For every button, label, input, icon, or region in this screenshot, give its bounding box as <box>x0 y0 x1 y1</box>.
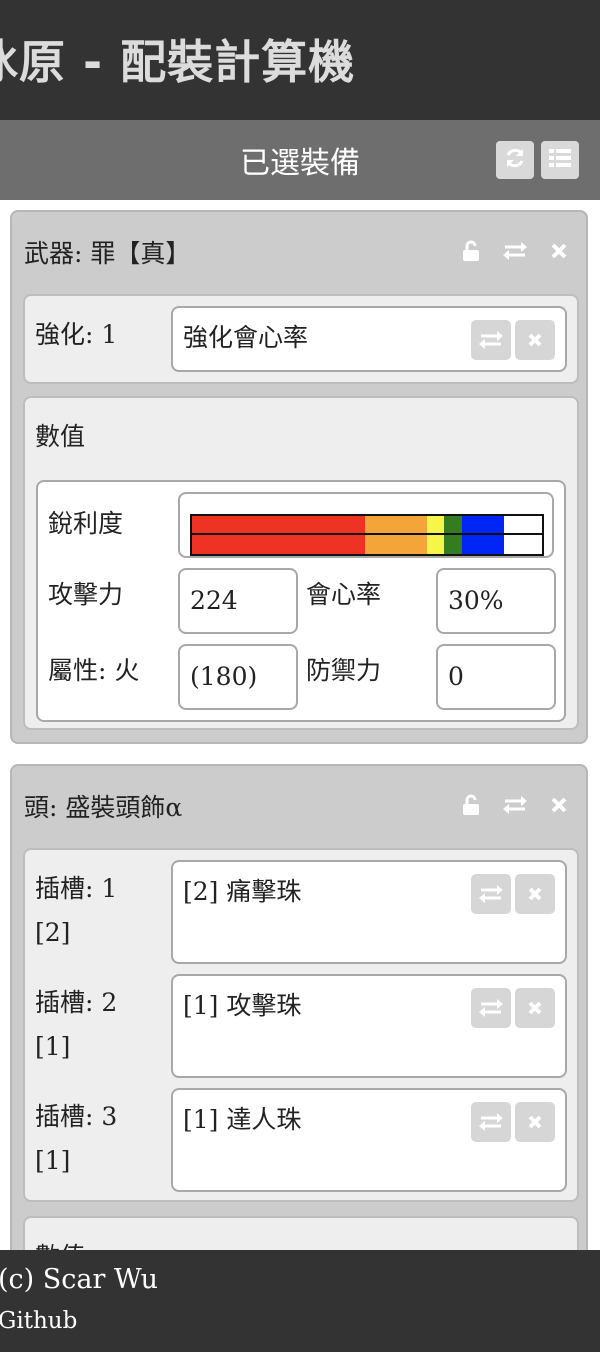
slot-size: [1] <box>35 1146 71 1175</box>
remove-button[interactable] <box>515 320 555 360</box>
sharpness-segment <box>192 516 366 554</box>
swap-button[interactable] <box>471 1102 511 1142</box>
unlock-icon[interactable] <box>458 238 484 264</box>
enhance-label: 強化: 1 <box>35 320 118 349</box>
swap-button[interactable] <box>471 988 511 1028</box>
close-icon[interactable] <box>546 792 572 818</box>
slot-select[interactable]: [1] 達人珠 <box>171 1088 567 1192</box>
swap-button[interactable] <box>471 874 511 914</box>
slot-select[interactable]: [1] 攻擊珠 <box>171 974 567 1078</box>
footer: (c) Scar Wu Github <box>0 1250 600 1352</box>
swap-icon[interactable] <box>502 792 528 818</box>
slot-label: 插槽: 2 <box>35 988 118 1017</box>
sharpness-segment <box>444 516 462 554</box>
slot-label: 插槽: 3 <box>35 1102 118 1131</box>
sharpness-segment <box>503 516 542 554</box>
list-button[interactable] <box>541 141 579 179</box>
swap-button[interactable] <box>471 320 511 360</box>
slot-size: [2] <box>35 918 71 947</box>
slot-label: 插槽: 1 <box>35 874 118 903</box>
affinity-value: 30% <box>436 568 556 634</box>
weapon-stats-section: 數值 銳利度 攻擊力 224 會心率 30% 屬性: 火 (180) 防禦力 0 <box>23 396 579 730</box>
stats-grid: 銳利度 攻擊力 224 會心率 30% 屬性: 火 (180) 防禦力 0 <box>36 480 566 722</box>
swap-icon[interactable] <box>502 238 528 264</box>
app-header: 冰原 - 配裝計算機 <box>0 0 600 120</box>
head-panel: 頭: 盛裝頭飾α 插槽: 1 [2] [2] 痛擊珠 插槽: 2 [1] [1]… <box>10 764 588 1250</box>
list-icon <box>548 147 572 173</box>
head-stats-section: 數值 <box>23 1216 579 1250</box>
affinity-label: 會心率 <box>306 580 382 609</box>
enhance-select[interactable]: 強化會心率 <box>171 306 567 372</box>
equipment-list: 武器: 罪【真】 強化: 1 強化會心率 數值 銳利度 攻擊力 224 會心率 … <box>0 200 600 1250</box>
github-link[interactable]: Github <box>0 1308 77 1334</box>
element-label: 屬性: 火 <box>48 656 140 685</box>
attack-value: 224 <box>178 568 298 634</box>
sharpness-bar <box>190 514 544 556</box>
attack-label: 攻擊力 <box>48 580 124 609</box>
sharpness-segment <box>461 516 504 554</box>
app-title: 冰原 - 配裝計算機 <box>0 35 356 89</box>
slot-select[interactable]: [2] 痛擊珠 <box>171 860 567 964</box>
element-value: (180) <box>178 644 298 710</box>
refresh-icon <box>503 146 527 174</box>
weapon-title: 武器: 罪【真】 <box>24 239 191 268</box>
unlock-icon[interactable] <box>458 792 484 818</box>
slot-value: [1] 達人珠 <box>183 1105 302 1134</box>
copyright-text: (c) Scar Wu <box>0 1264 159 1295</box>
enhance-value: 強化會心率 <box>183 323 309 352</box>
head-title: 頭: 盛裝頭飾α <box>24 793 183 822</box>
remove-button[interactable] <box>515 988 555 1028</box>
stats-title: 數值 <box>35 422 86 451</box>
refresh-button[interactable] <box>496 141 534 179</box>
slot-value: [2] 痛擊珠 <box>183 877 302 906</box>
sharpness-segment <box>365 516 427 554</box>
slots-section: 插槽: 1 [2] [2] 痛擊珠 插槽: 2 [1] [1] 攻擊珠 插槽: … <box>23 848 579 1202</box>
weapon-panel: 武器: 罪【真】 強化: 1 強化會心率 數值 銳利度 攻擊力 224 會心率 … <box>10 210 588 744</box>
close-icon[interactable] <box>546 238 572 264</box>
defense-value: 0 <box>436 644 556 710</box>
defense-label: 防禦力 <box>306 656 382 685</box>
stats-title: 數值 <box>35 1236 85 1250</box>
sharpness-label: 銳利度 <box>48 509 124 538</box>
sharpness-field <box>178 492 554 558</box>
sharpness-segment <box>426 516 444 554</box>
enhance-section: 強化: 1 強化會心率 <box>23 294 579 384</box>
remove-button[interactable] <box>515 1102 555 1142</box>
slot-value: [1] 攻擊珠 <box>183 991 302 1020</box>
slot-size: [1] <box>35 1032 71 1061</box>
remove-button[interactable] <box>515 874 555 914</box>
